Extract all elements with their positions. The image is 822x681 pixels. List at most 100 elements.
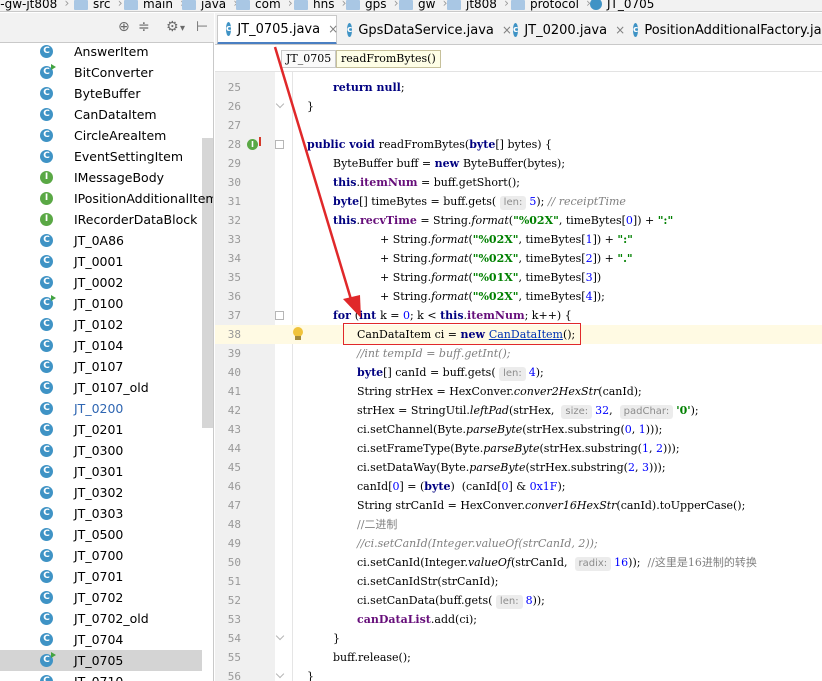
- class-breadcrumb-item[interactable]: JT_0705: [281, 50, 337, 68]
- breadcrumb-item[interactable]: main›: [124, 0, 185, 11]
- tree-item[interactable]: C JT_0107: [0, 356, 202, 377]
- hide-icon[interactable]: ⊢: [196, 20, 208, 34]
- tree-item[interactable]: C JT_0001: [0, 251, 202, 272]
- tab-gpsdataservice-java[interactable]: c GpsDataService.java ×: [339, 15, 512, 44]
- tree-item[interactable]: C JT_0710: [0, 671, 202, 681]
- method-breadcrumb-item[interactable]: readFromBytes(): [336, 50, 441, 68]
- tree-item[interactable]: I IPositionAdditionalItem: [0, 188, 213, 209]
- tab-positionadditionalfactory-java[interactable]: c PositionAdditionalFactory.java: [625, 15, 822, 44]
- tree-item[interactable]: C JT_0300: [0, 440, 202, 461]
- code-line[interactable]: 55 buff.release();: [215, 648, 822, 667]
- tree-item[interactable]: C JT_0104: [0, 335, 202, 356]
- code-line[interactable]: 51 ci.setCanIdStr(strCanId);: [215, 572, 822, 591]
- code-token: format: [471, 214, 509, 227]
- tree-item[interactable]: C JT_0201: [0, 419, 202, 440]
- code-line[interactable]: 25 return null;: [215, 78, 822, 97]
- code-line[interactable]: 47 String strCanId = HexConver.conver16He…: [215, 496, 822, 515]
- fold-end-icon[interactable]: [275, 669, 285, 679]
- gear-icon[interactable]: ⚙: [166, 20, 179, 34]
- code-text: + String.format("%02X", timeBytes[1]) + …: [380, 230, 633, 249]
- close-icon[interactable]: ×: [328, 22, 338, 36]
- class-icon: C: [40, 234, 53, 247]
- code-line[interactable]: 52 ci.setCanData(buff.gets( len: 8));: [215, 591, 822, 610]
- breadcrumb-item[interactable]: com ›: [236, 0, 293, 11]
- code-line[interactable]: 34 + String.format("%02X", timeBytes[2]) …: [215, 249, 822, 268]
- breadcrumb-item[interactable]: gps ›: [346, 0, 399, 11]
- code-line[interactable]: 45 ci.setDataWay(Byte.parseByte(strHex.su…: [215, 458, 822, 477]
- code-line[interactable]: 36 + String.format("%02X", timeBytes[4]);: [215, 287, 822, 306]
- tree-item[interactable]: C ByteBuffer: [0, 83, 202, 104]
- breadcrumb-item[interactable]: src ›: [74, 0, 123, 11]
- tree-item[interactable]: I IRecorderDataBlock: [0, 209, 202, 230]
- tree-item[interactable]: C JT_0200: [0, 398, 202, 419]
- code-line[interactable]: 43 ci.setChannel(Byte.parseByte(strHex.su…: [215, 420, 822, 439]
- code-line[interactable]: 48 //二进制: [215, 515, 822, 534]
- code-line[interactable]: 29 ByteBuffer buff = new ByteBuffer(bytes…: [215, 154, 822, 173]
- code-line[interactable]: 46 canId[0] = (byte) (canId[0] & 0x1F);: [215, 477, 822, 496]
- code-line[interactable]: 27: [215, 116, 822, 135]
- tree-item[interactable]: C JT_0701: [0, 566, 202, 587]
- tree-item[interactable]: C BitConverter: [0, 62, 202, 83]
- code-line[interactable]: 42 strHex = StringUtil.leftPad(strHex, si…: [215, 401, 822, 420]
- tree-item[interactable]: C JT_0700: [0, 545, 202, 566]
- code-token: conver2HexStr: [513, 385, 599, 398]
- tree-item[interactable]: C JT_0303: [0, 503, 202, 524]
- close-icon[interactable]: ×: [615, 23, 625, 37]
- tree-item[interactable]: C CanDataItem: [0, 104, 202, 125]
- tree-item[interactable]: C JT_0002: [0, 272, 202, 293]
- code-editor[interactable]: 25 return null; 26} 27 28 public void readFro…: [215, 72, 822, 681]
- tree-item[interactable]: C JT_0102: [0, 314, 202, 335]
- tree-scrollbar[interactable]: [202, 138, 213, 428]
- code-line[interactable]: 39 //int tempId = buff.getInt();: [215, 344, 822, 363]
- tree-item[interactable]: C JT_0702_old: [0, 608, 202, 629]
- breadcrumb-item[interactable]: java›: [182, 0, 238, 11]
- code-line[interactable]: 26}: [215, 97, 822, 116]
- tree-item[interactable]: C JT_0702: [0, 587, 202, 608]
- fold-end-icon[interactable]: [275, 99, 285, 109]
- code-line[interactable]: 35 + String.format("%01X", timeBytes[3]): [215, 268, 822, 287]
- breadcrumb-item[interactable]: gw ›: [399, 0, 447, 11]
- code-token: , timeBytes[: [558, 214, 626, 227]
- code-line[interactable]: 30 this.itemNum = buff.getShort();: [215, 173, 822, 192]
- tree-item[interactable]: C JT_0500: [0, 524, 202, 545]
- editor-tabs: c JT_0705.java × c GpsDataService.java × c JT_0…: [215, 13, 822, 45]
- code-line[interactable]: 28 public void readFromBytes(byte[] bytes…: [215, 135, 822, 154]
- tree-item[interactable]: C JT_0705: [0, 650, 202, 671]
- code-line[interactable]: 50 ci.setCanId(Integer.valueOf(strCanId, …: [215, 553, 822, 572]
- code-line[interactable]: 32 this.recvTime = String.format("%02X", …: [215, 211, 822, 230]
- breadcrumb-item[interactable]: protocol ›: [511, 0, 591, 11]
- code-line[interactable]: 49 //ci.setCanId(Integer.valueOf(strCanId…: [215, 534, 822, 553]
- breadcrumb-item[interactable]: hns ›: [294, 0, 346, 11]
- tree-item[interactable]: C JT_0302: [0, 482, 202, 503]
- code-line[interactable]: 54}: [215, 629, 822, 648]
- fold-end-icon[interactable]: [275, 631, 285, 641]
- breadcrumb-item[interactable]: JT_0705: [590, 0, 654, 11]
- locate-icon[interactable]: ⊕: [118, 20, 130, 34]
- code-line[interactable]: 56}: [215, 667, 822, 681]
- implements-icon[interactable]: I: [247, 139, 258, 150]
- tab-jt-0200-java[interactable]: c JT_0200.java ×: [505, 15, 625, 44]
- tree-item[interactable]: C JT_0107_old: [0, 377, 202, 398]
- tab-jt-0705-java[interactable]: c JT_0705.java ×: [217, 15, 338, 44]
- tree-item[interactable]: C CircleAreaItem: [0, 125, 202, 146]
- code-line[interactable]: 53 canDataList.add(ci);: [215, 610, 822, 629]
- tree-item[interactable]: C AnswerItem: [0, 43, 202, 62]
- tree-item[interactable]: I IMessageBody: [0, 167, 202, 188]
- tree-item[interactable]: C JT_0A86: [0, 230, 202, 251]
- tree-item[interactable]: C JT_0100: [0, 293, 202, 314]
- tree-item[interactable]: C EventSettingItem: [0, 146, 202, 167]
- collapse-icon[interactable]: ≑: [138, 20, 150, 34]
- dropdown-icon[interactable]: ▾: [180, 22, 185, 36]
- code-line[interactable]: 44 ci.setFrameType(Byte.parseByte(strHex.…: [215, 439, 822, 458]
- breadcrumb-item[interactable]: jt808 ›: [447, 0, 509, 11]
- tree-item[interactable]: C JT_0301: [0, 461, 202, 482]
- fold-toggle-icon[interactable]: [275, 140, 284, 149]
- code-line[interactable]: 40 byte[] canId = buff.gets( len: 4);: [215, 363, 822, 382]
- code-line[interactable]: 41 String strHex = HexConver.conver2HexSt…: [215, 382, 822, 401]
- breadcrumb-item[interactable]: s-gw-jt808 ›: [0, 0, 69, 11]
- code-line[interactable]: 33 + String.format("%02X", timeBytes[1]) …: [215, 230, 822, 249]
- fold-toggle-icon[interactable]: [275, 311, 284, 320]
- code-line[interactable]: 31 byte[] timeBytes = buff.gets( len: 5); …: [215, 192, 822, 211]
- lightbulb-icon[interactable]: [292, 327, 304, 341]
- tree-item[interactable]: C JT_0704: [0, 629, 202, 650]
